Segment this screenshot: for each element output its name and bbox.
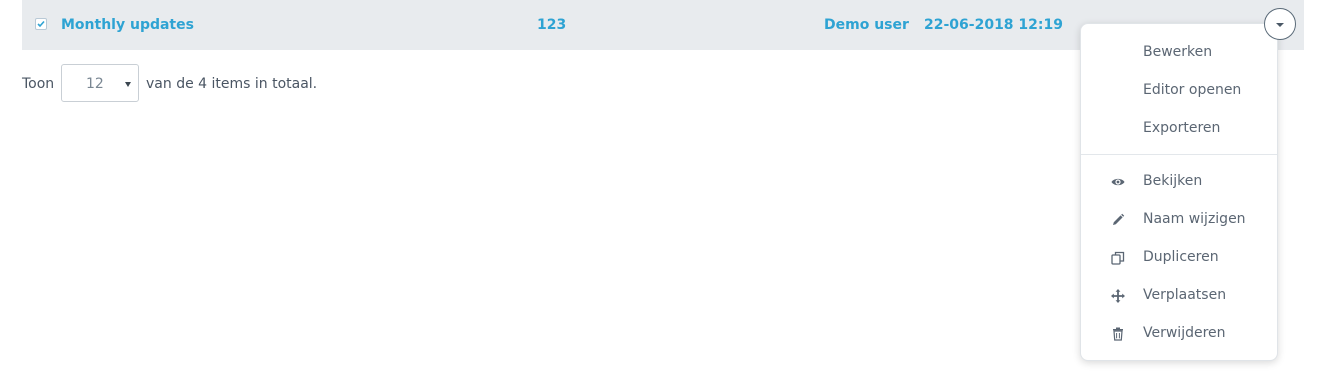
row-owner[interactable]: Demo user bbox=[824, 16, 909, 34]
eye-icon bbox=[1110, 174, 1126, 190]
caret-down-icon bbox=[1276, 23, 1284, 27]
row-count[interactable]: 123 bbox=[537, 16, 566, 34]
menu-item-editor-openen[interactable]: Editor openen bbox=[1081, 72, 1277, 110]
move-icon bbox=[1110, 288, 1126, 304]
pager-total-label: van de 4 items in totaal. bbox=[146, 76, 318, 92]
menu-item-label: Dupliceren bbox=[1143, 249, 1219, 265]
menu-item-exporteren[interactable]: Exporteren bbox=[1081, 110, 1277, 148]
menu-divider bbox=[1081, 154, 1277, 155]
menu-item-verplaatsen[interactable]: Verplaatsen bbox=[1081, 277, 1277, 315]
page: Monthly updates 123 Demo user 22-06-2018… bbox=[0, 0, 1325, 379]
menu-item-naam-wijzigen[interactable]: Naam wijzigen bbox=[1081, 201, 1277, 239]
pager-prefix-label: Toon bbox=[22, 76, 55, 92]
page-size-select[interactable]: 12 bbox=[61, 64, 139, 102]
menu-item-label: Verplaatsen bbox=[1143, 287, 1227, 303]
copy-icon bbox=[1110, 250, 1126, 266]
check-icon bbox=[37, 20, 45, 28]
menu-item-verwijderen[interactable]: Verwijderen bbox=[1081, 315, 1277, 353]
menu-item-label: Bekijken bbox=[1143, 173, 1203, 189]
select-arrow-icon bbox=[125, 82, 131, 87]
trash-icon bbox=[1110, 326, 1126, 342]
page-size-value: 12 bbox=[86, 76, 104, 92]
row-actions-toggle[interactable] bbox=[1264, 8, 1296, 40]
menu-item-bewerken[interactable]: Bewerken bbox=[1081, 34, 1277, 72]
row-checkbox[interactable] bbox=[35, 18, 47, 30]
menu-item-label: Editor openen bbox=[1143, 82, 1242, 98]
row-date[interactable]: 22-06-2018 12:19 bbox=[924, 16, 1063, 34]
pencil-icon bbox=[1110, 212, 1126, 228]
menu-item-label: Exporteren bbox=[1143, 120, 1221, 136]
menu-item-bekijken[interactable]: Bekijken bbox=[1081, 163, 1277, 201]
menu-item-label: Naam wijzigen bbox=[1143, 211, 1246, 227]
menu-item-label: Bewerken bbox=[1143, 44, 1213, 60]
menu-item-dupliceren[interactable]: Dupliceren bbox=[1081, 239, 1277, 277]
row-actions-menu: Bewerken Editor openen Exporteren Bekijk… bbox=[1080, 23, 1278, 361]
menu-item-label: Verwijderen bbox=[1143, 325, 1226, 341]
row-name-link[interactable]: Monthly updates bbox=[61, 16, 194, 34]
